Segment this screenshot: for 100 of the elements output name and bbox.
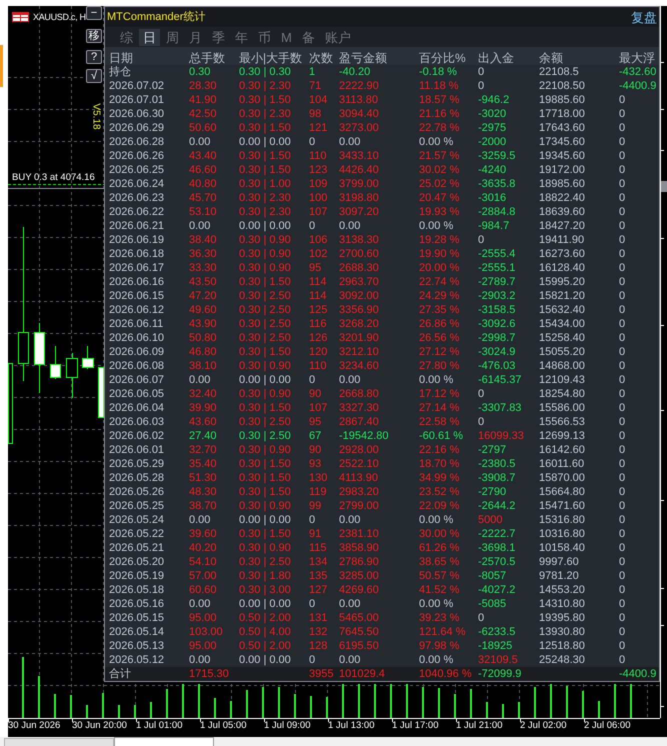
table-cell: 2026.06.22 (109, 206, 164, 218)
table-cell: 0 (619, 500, 626, 512)
column-header: 日期 (109, 51, 133, 65)
table-cell: 3955 (309, 668, 334, 680)
table-cell: 2026.06.30 (109, 108, 164, 120)
table-cell: 50.57 % (419, 570, 460, 582)
window-tab[interactable] (114, 737, 214, 746)
table-cell: 0 (619, 276, 626, 288)
table-cell: 32109.5 (478, 654, 518, 666)
order-label: BUY 0.3 at 4074.16 (12, 172, 95, 183)
panel-tab[interactable]: 季 (208, 28, 229, 46)
panel-tab[interactable]: 日 (139, 28, 160, 46)
table-cell: 1040.96 % (419, 668, 472, 680)
table-cell: 0.30 | 0.30 (239, 66, 291, 78)
column-header: 余额 (539, 51, 563, 65)
table-cell: 0 (619, 584, 626, 596)
table-cell: 3212.10 (339, 346, 379, 358)
table-cell: 2026.06.15 (109, 290, 164, 302)
table-cell: 95 (309, 262, 322, 274)
table-cell: 2026.05.15 (109, 612, 164, 624)
table-cell: -2903.2 (478, 290, 516, 302)
table-cell: 0 (619, 458, 626, 470)
table-cell: -432.60 (619, 66, 656, 78)
panel-tab[interactable]: 月 (185, 28, 206, 46)
panel-tab[interactable]: 年 (231, 28, 252, 46)
table-cell: 15566.53 (539, 416, 585, 428)
table-cell: 95 (309, 416, 322, 428)
table-cell: 17345.60 (539, 136, 585, 148)
table-cell: 0 (619, 486, 626, 498)
table-cell: 3092.00 (339, 290, 379, 302)
table-cell: 12109.43 (539, 374, 585, 386)
panel-button[interactable]: √ (86, 69, 102, 83)
table-cell: 21.16 % (419, 108, 460, 120)
table-cell: 17643.60 (539, 122, 585, 134)
table-cell: 22.58 % (419, 416, 460, 428)
table-cell: 115 (309, 542, 327, 554)
table-cell: 15995.20 (539, 276, 585, 288)
table-cell: 2522.10 (339, 458, 379, 470)
table-cell: 0 (619, 402, 626, 414)
table-cell: 47.20 (189, 290, 217, 302)
table-cell: 126 (309, 332, 328, 344)
time-label: 1 Jul 09:00 (264, 720, 310, 731)
table-cell: 0 (619, 360, 626, 372)
table-cell: 2026.06.01 (109, 444, 164, 456)
panel-button[interactable]: 移 (86, 29, 102, 43)
table-cell: 102 (309, 248, 328, 260)
table-cell: 19411.90 (539, 234, 584, 246)
table-cell: 2026.05.16 (109, 598, 164, 610)
table-cell: -2790 (478, 486, 506, 498)
table-cell: -3020 (478, 108, 506, 120)
table-cell: 2026.06.16 (109, 276, 164, 288)
table-cell: 26.86 % (419, 318, 460, 330)
table-cell: 0 (619, 164, 626, 176)
table-cell: 0.30 | 2.50 (239, 304, 291, 316)
table-cell: -2555.4 (478, 248, 516, 260)
table-cell: 19885.60 (539, 94, 585, 106)
table-cell: 0.30 | 0.90 (239, 248, 291, 260)
panel-button[interactable]: ? (86, 50, 102, 64)
panel-tab[interactable]: 币 (254, 28, 275, 46)
table-cell: 0.00 (339, 136, 360, 148)
table-cell: 110 (309, 360, 327, 372)
table-cell: 40.80 (189, 178, 217, 190)
table-cell: 103.00 (189, 626, 223, 638)
window-tab[interactable] (4, 738, 114, 746)
table-cell: 6195.50 (339, 640, 379, 652)
time-label: 1 Jul 01:00 (136, 720, 182, 731)
table-cell: 2026.06.25 (109, 164, 164, 176)
table-cell: 0 (309, 220, 316, 232)
table-cell: 12699.13 (539, 430, 585, 442)
panel-tab[interactable]: 备 (298, 28, 319, 46)
panel-tab[interactable]: 综 (116, 28, 137, 46)
table-cell: 18427.20 (539, 220, 585, 232)
table-cell: 90 (309, 388, 322, 400)
table-cell: 46.60 (189, 164, 217, 176)
table-cell: 127 (309, 584, 328, 596)
column-header: 出入金 (478, 51, 514, 65)
table-cell: 0 (309, 136, 316, 148)
table-cell: 2983.20 (339, 486, 379, 498)
table-cell: 0 (478, 80, 484, 92)
table-cell: -2380.5 (478, 458, 516, 470)
table-cell: 97.98 % (419, 640, 460, 652)
table-cell: 22108.5 (539, 66, 579, 78)
table-cell: 15434.00 (539, 318, 585, 330)
panel-tab[interactable]: 周 (162, 28, 183, 46)
table-cell: 2026.05.26 (109, 486, 164, 498)
table-cell: 100 (309, 192, 328, 204)
table-cell: 99 (309, 500, 322, 512)
panel-tab[interactable]: 账户 (320, 28, 355, 46)
table-cell: 0.00 % (419, 514, 454, 526)
table-cell: 125 (309, 304, 328, 316)
table-cell: 2026.05.29 (109, 458, 164, 470)
table-cell: 0 (619, 444, 626, 456)
panel-button[interactable]: − (86, 6, 102, 20)
table-cell: 0.30 | 1.50 (239, 458, 291, 470)
table-cell: -72099.9 (478, 668, 522, 680)
table-cell: 22.74 % (419, 276, 460, 288)
table-cell: -3024.9 (478, 346, 516, 358)
replay-link[interactable]: 复盘 (631, 10, 657, 24)
time-label: 1 Jul 05:00 (200, 720, 246, 731)
panel-tab[interactable]: M (277, 28, 296, 46)
